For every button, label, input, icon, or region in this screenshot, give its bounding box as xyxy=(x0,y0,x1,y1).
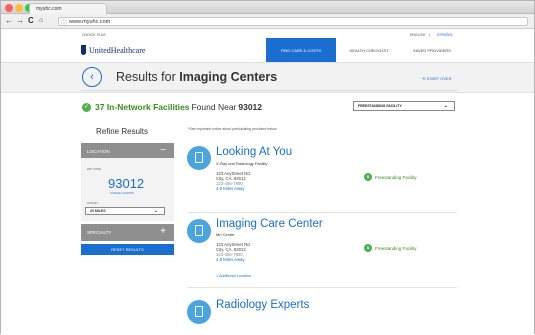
lang-espanol-link[interactable]: ESPAÑOL xyxy=(437,33,453,37)
start-over-link[interactable]: ⟲ START OVER xyxy=(422,76,452,81)
refresh-icon: ⟲ xyxy=(422,76,426,81)
chevron-down-icon: ⌄ xyxy=(153,208,158,214)
nav-find-care[interactable]: FIND CARE & COSTS xyxy=(266,38,336,62)
home-icon[interactable]: ⌂ xyxy=(39,16,43,26)
facility-icon xyxy=(187,219,211,243)
logo-text: UnitedHealthcare xyxy=(89,45,146,55)
checkmark-icon: ✓ xyxy=(82,102,91,112)
title-category: Imaging Centers xyxy=(179,70,278,84)
within-label: WITHIN xyxy=(87,201,98,205)
facility-type-value: FREESTANDING FACILITY xyxy=(358,104,402,108)
facility-icon xyxy=(187,146,211,170)
facility-type: Mri Center xyxy=(216,232,235,237)
specialty-accordion[interactable]: SPECIALTY + xyxy=(81,224,174,241)
plan-label: CHOICE PLUS xyxy=(82,33,106,37)
specialty-label: SPECIALTY xyxy=(87,230,112,235)
lang-english-link[interactable]: ENGLISH xyxy=(410,33,425,37)
close-window-icon[interactable] xyxy=(5,4,13,12)
found-near-text: Found Near xyxy=(191,102,237,112)
facility-name-link[interactable]: Radiology Experts xyxy=(216,299,309,311)
freestanding-badge: $ Freestanding Facility xyxy=(364,244,417,252)
expand-icon: + xyxy=(160,226,166,237)
page-info-icon: ⓘ xyxy=(61,21,68,27)
facility-icon xyxy=(187,300,211,324)
distance-link[interactable]: 4.8 Miles Away xyxy=(216,186,251,191)
title-bar: myuhc.com xyxy=(1,1,534,14)
badge-label: Freestanding Facility xyxy=(375,174,417,180)
address-bar[interactable]: ⓘ www.myuhc.com xyxy=(58,17,528,27)
divider xyxy=(81,90,457,91)
url-text: www.myuhc.com xyxy=(69,19,111,25)
location-label: LOCATION xyxy=(87,149,110,154)
browser-tab[interactable]: myuhc.com xyxy=(29,3,107,14)
forward-arrow-icon[interactable]: → xyxy=(16,16,24,26)
back-arrow-icon[interactable]: ← xyxy=(5,16,13,26)
lang-separator: | xyxy=(429,33,430,37)
provider-notice: *See important notice about participatin… xyxy=(188,127,277,131)
back-chevron-icon[interactable]: ‹ xyxy=(82,67,102,87)
nav-saved-providers[interactable]: SAVED PROVIDERS xyxy=(403,38,461,62)
distance-select[interactable]: 20 MILES ⌄ xyxy=(85,207,165,215)
network-count: 37 In-Network Facilities xyxy=(95,102,190,112)
facility-address: 123 AnyStreet Rd. City, CA, 93012 123-45… xyxy=(216,171,251,191)
change-location-link[interactable]: CHANGE LOCATION xyxy=(110,192,134,195)
facility-name-link[interactable]: Looking At You xyxy=(216,146,292,158)
browser-toolbar: ← → C ⌂ ⓘ www.myuhc.com xyxy=(1,14,534,29)
nav-health-checklist[interactable]: HEALTH CHECKLIST xyxy=(338,38,400,62)
uhc-logo[interactable]: UnitedHealthcare xyxy=(81,44,145,56)
dollar-icon: $ xyxy=(364,244,372,252)
listing-divider xyxy=(187,287,457,288)
facility-name-link[interactable]: Imaging Care Center xyxy=(216,218,323,230)
start-over-label: START OVER xyxy=(426,76,452,81)
facility-address: 123 AnyStreet Rd. City, CA, 93012 123-45… xyxy=(216,242,251,262)
zip-code-value: 93012 xyxy=(108,176,145,191)
found-near-zip: 93012 xyxy=(238,102,263,112)
facility-type-select[interactable]: FREESTANDING FACILITY ⌄ xyxy=(353,101,455,111)
zip-code-label: ZIP CODE xyxy=(87,167,102,171)
badge-label: Freestanding Facility xyxy=(375,245,417,251)
collapse-icon: − xyxy=(160,145,166,156)
freestanding-badge: $ Freestanding Facility xyxy=(364,173,417,181)
browser-window: myuhc.com ← → C ⌂ ⓘ www.myuhc.com CHOICE… xyxy=(0,0,535,335)
uhc-shield-icon xyxy=(81,45,86,55)
results-count: ✓ 37 In-Network Facilities Found Near 93… xyxy=(82,102,262,112)
distance-link[interactable]: 4.8 Miles Away xyxy=(216,257,251,262)
reset-results-button[interactable]: RESET RESULTS xyxy=(81,244,174,255)
distance-value: 20 MILES xyxy=(90,209,106,213)
facility-type: X-Ray and Radiology Facility xyxy=(216,161,268,166)
dollar-icon: $ xyxy=(364,173,372,181)
additional-location-link[interactable]: 1 Additional Location xyxy=(216,274,251,278)
minimize-window-icon[interactable] xyxy=(15,4,23,12)
title-prefix: Results for xyxy=(116,70,176,84)
chevron-down-icon: ⌄ xyxy=(443,103,448,109)
reload-icon[interactable]: C xyxy=(28,16,34,26)
page-title: Results for Imaging Centers xyxy=(116,70,277,84)
listing-divider xyxy=(187,212,457,213)
refine-title: Refine Results xyxy=(96,127,149,136)
